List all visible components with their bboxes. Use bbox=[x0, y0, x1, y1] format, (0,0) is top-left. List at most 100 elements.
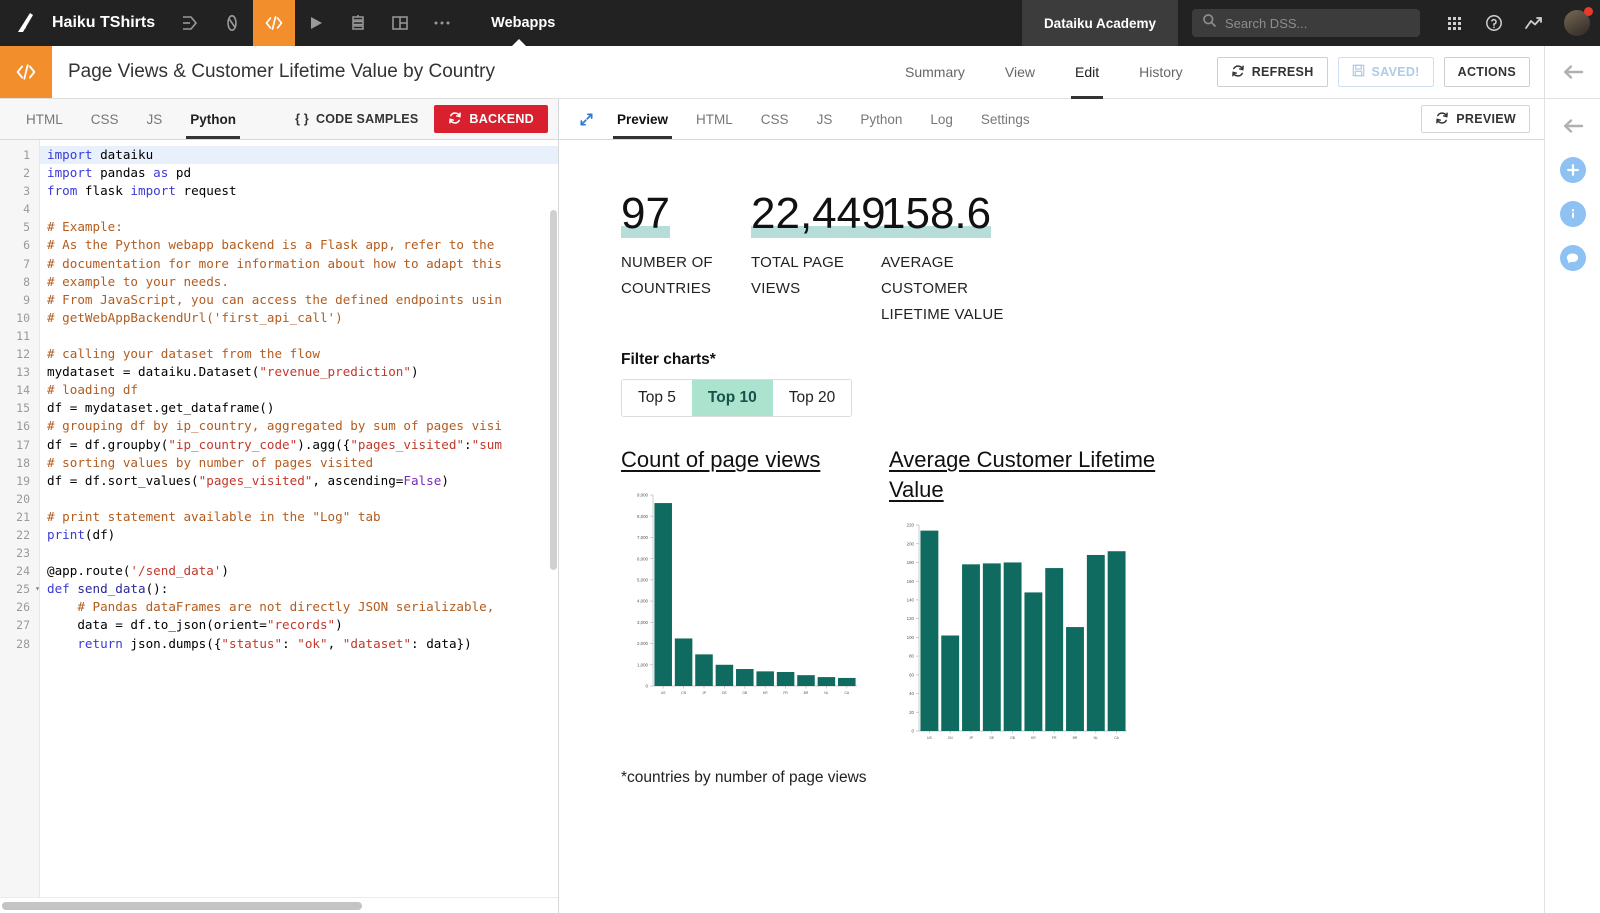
preview-tab-settings[interactable]: Settings bbox=[967, 99, 1044, 139]
preview-tab-css[interactable]: CSS bbox=[747, 99, 803, 139]
bar[interactable] bbox=[777, 672, 795, 686]
activity-icon[interactable] bbox=[1514, 0, 1554, 46]
code-line: mydataset = dataiku.Dataset("revenue_pre… bbox=[47, 363, 558, 381]
bar[interactable] bbox=[797, 675, 815, 686]
bar[interactable] bbox=[838, 678, 856, 686]
code-line: from flask import request bbox=[47, 182, 558, 200]
tab-history[interactable]: History bbox=[1119, 46, 1203, 98]
actions-button[interactable]: ACTIONS bbox=[1444, 57, 1530, 87]
code-samples-button[interactable]: { } CODE SAMPLES bbox=[279, 99, 434, 139]
backend-button[interactable]: BACKEND bbox=[434, 105, 548, 133]
search-icon bbox=[1202, 13, 1217, 33]
bar[interactable] bbox=[962, 564, 980, 731]
flow-icon[interactable] bbox=[169, 0, 211, 46]
bar-chart-average-clv[interactable]: 020406080100120140160180200220USCNJPDEGB… bbox=[889, 517, 1157, 747]
filter-option-top-5[interactable]: Top 5 bbox=[622, 380, 692, 416]
code-line: # sorting values by number of pages visi… bbox=[47, 454, 558, 472]
bar[interactable] bbox=[736, 669, 754, 686]
section-label-webapps[interactable]: Webapps bbox=[463, 0, 575, 46]
y-axis-tick-label: 220 bbox=[907, 522, 915, 527]
preview-tab-preview[interactable]: Preview bbox=[603, 99, 682, 139]
tab-edit[interactable]: Edit bbox=[1055, 46, 1119, 98]
editor-tab-css[interactable]: CSS bbox=[77, 99, 133, 139]
academy-link[interactable]: Dataiku Academy bbox=[1022, 0, 1178, 46]
search-input[interactable] bbox=[1225, 16, 1410, 31]
backend-label: BACKEND bbox=[469, 112, 534, 126]
expand-icon[interactable] bbox=[569, 99, 603, 139]
global-search[interactable] bbox=[1192, 9, 1420, 37]
bar[interactable] bbox=[695, 654, 713, 686]
main-split: HTML CSS JS Python { } CODE SAMPLES BACK… bbox=[0, 99, 1600, 913]
bar[interactable] bbox=[1066, 627, 1084, 731]
refresh-icon bbox=[448, 111, 462, 128]
code-line bbox=[47, 200, 558, 218]
preview-refresh-button[interactable]: PREVIEW bbox=[1421, 105, 1530, 133]
line-number: 18 bbox=[0, 454, 39, 472]
refresh-button[interactable]: REFRESH bbox=[1217, 57, 1328, 87]
line-number: 13 bbox=[0, 363, 39, 381]
discussions-chat-icon[interactable] bbox=[1560, 245, 1586, 271]
preview-tab-python[interactable]: Python bbox=[846, 99, 916, 139]
dashboard-icon[interactable] bbox=[379, 0, 421, 46]
bar[interactable] bbox=[1024, 592, 1042, 731]
editor-vertical-scrollbar[interactable] bbox=[550, 210, 557, 570]
code-editor-pane: HTML CSS JS Python { } CODE SAMPLES BACK… bbox=[0, 99, 559, 913]
saved-label: SAVED! bbox=[1372, 65, 1420, 79]
tab-view[interactable]: View bbox=[985, 46, 1055, 98]
code-line: df = mydataset.get_dataframe() bbox=[47, 399, 558, 417]
notification-dot bbox=[1584, 7, 1593, 16]
bar[interactable] bbox=[920, 530, 938, 730]
bar[interactable] bbox=[1004, 562, 1022, 731]
line-number: 12 bbox=[0, 345, 39, 363]
help-icon[interactable] bbox=[1474, 0, 1514, 46]
editor-tab-html[interactable]: HTML bbox=[12, 99, 77, 139]
bar[interactable] bbox=[1087, 555, 1105, 731]
code-line: # loading df bbox=[47, 381, 558, 399]
filter-option-top-10[interactable]: Top 10 bbox=[692, 380, 773, 416]
bar[interactable] bbox=[756, 671, 774, 686]
bar[interactable] bbox=[941, 635, 959, 731]
code-area[interactable]: 1234567891011121314151617181920212223242… bbox=[0, 140, 558, 897]
code-webapp-icon bbox=[0, 46, 52, 98]
editor-horizontal-scrollbar[interactable] bbox=[0, 897, 558, 913]
collapse-right-icon[interactable] bbox=[1560, 113, 1586, 139]
python-source-code[interactable]: import dataiku import pandas as pd from … bbox=[40, 140, 558, 897]
bar-chart-page-views[interactable]: 01,0002,0003,0004,0005,0006,0007,0008,00… bbox=[621, 487, 889, 702]
bar[interactable] bbox=[1108, 551, 1126, 731]
arrow-left-icon[interactable] bbox=[1544, 46, 1600, 98]
code-line: # grouping df by ip_country, aggregated … bbox=[47, 417, 558, 435]
dataiku-logo-icon[interactable] bbox=[0, 0, 52, 46]
lab-icon[interactable] bbox=[211, 0, 253, 46]
scrollbar-thumb[interactable] bbox=[2, 902, 362, 910]
y-axis-tick-label: 6,000 bbox=[637, 556, 649, 561]
preview-tab-html[interactable]: HTML bbox=[682, 99, 747, 139]
x-axis-tick-label: FR bbox=[783, 691, 788, 695]
preview-tab-log[interactable]: Log bbox=[916, 99, 967, 139]
automation-play-icon[interactable] bbox=[295, 0, 337, 46]
info-icon[interactable] bbox=[1560, 201, 1586, 227]
editor-tab-js[interactable]: JS bbox=[133, 99, 177, 139]
line-number: 15 bbox=[0, 399, 39, 417]
code-line: # calling your dataset from the flow bbox=[47, 345, 558, 363]
bar[interactable] bbox=[818, 677, 836, 686]
user-avatar[interactable] bbox=[1554, 0, 1600, 46]
bar[interactable] bbox=[716, 665, 734, 686]
bar[interactable] bbox=[1045, 568, 1063, 731]
chart-count-of-page-views: Count of page views 01,0002,0003,0004,00… bbox=[621, 445, 889, 746]
bar[interactable] bbox=[654, 503, 672, 686]
project-name[interactable]: Haiku TShirts bbox=[52, 0, 169, 46]
editor-tab-python[interactable]: Python bbox=[176, 99, 250, 139]
x-axis-tick-label: GB bbox=[1010, 736, 1016, 740]
code-line: # getWebAppBackendUrl('first_api_call') bbox=[47, 309, 558, 327]
jobs-icon[interactable] bbox=[337, 0, 379, 46]
code-icon[interactable] bbox=[253, 0, 295, 46]
apps-grid-icon[interactable] bbox=[1434, 0, 1474, 46]
add-icon[interactable] bbox=[1560, 157, 1586, 183]
bar[interactable] bbox=[675, 639, 693, 687]
filter-option-top-20[interactable]: Top 20 bbox=[773, 380, 852, 416]
preview-tab-js[interactable]: JS bbox=[803, 99, 847, 139]
more-ellipsis-icon[interactable] bbox=[421, 0, 463, 46]
x-axis-tick-label: KR bbox=[763, 691, 768, 695]
bar[interactable] bbox=[983, 563, 1001, 731]
tab-summary[interactable]: Summary bbox=[885, 46, 985, 98]
